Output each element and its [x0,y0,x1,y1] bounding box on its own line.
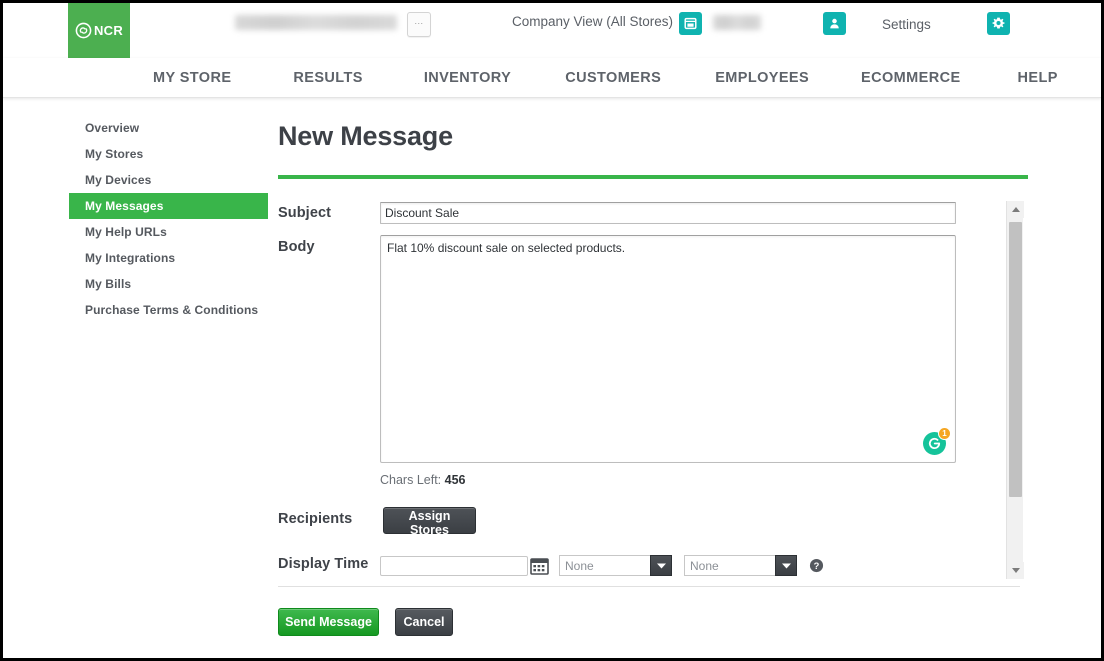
chars-left-label: Chars Left: [380,473,442,487]
ncr-mark-icon [75,22,92,39]
store-picker-button[interactable]: ... [407,12,431,37]
display-date-input[interactable] [380,556,528,576]
top-bar: NCR ... Company View (All Stores) Settin… [3,3,1101,58]
nav-item-my-store[interactable]: MY STORE [153,70,231,86]
chevron-down-icon [650,555,672,576]
content-scrollbar[interactable] [1006,201,1024,579]
scrollbar-thumb[interactable] [1009,222,1022,497]
store-icon [684,17,697,30]
ellipsis-icon: ... [414,16,424,26]
display-time-hour-value: None [559,555,650,576]
subject-label: Subject [278,205,332,221]
sidebar-item-overview[interactable]: Overview [69,115,269,141]
nav-item-inventory[interactable]: INVENTORY [424,70,511,86]
nav-item-results[interactable]: RESULTS [293,70,362,86]
display-time-label: Display Time [278,556,369,572]
calendar-glyph-icon [530,558,549,575]
triangle-down-icon [1011,568,1020,573]
person-icon [830,18,839,29]
settings-button[interactable] [987,12,1010,35]
store-name-redacted [235,15,397,30]
settings-label[interactable]: Settings [882,17,931,32]
send-message-button[interactable]: Send Message [278,608,379,636]
chars-left-value: 456 [444,473,466,487]
calendar-icon[interactable] [530,556,549,576]
body-field-wrapper: Flat 10% discount sale on selected produ… [380,235,956,463]
sidebar-item-my-integrations[interactable]: My Integrations [69,245,269,271]
sidebar-item-my-bills[interactable]: My Bills [69,271,269,297]
content-bottom-divider [278,586,1020,587]
triangle-up-icon [1011,207,1020,212]
body-label: Body [278,239,315,255]
scroll-down-button[interactable] [1007,562,1024,579]
body-textarea[interactable]: Flat 10% discount sale on selected produ… [380,235,956,463]
grammarly-indicator[interactable]: 1 [923,427,951,455]
app-window: NCR ... Company View (All Stores) Settin… [0,0,1104,661]
sidebar-item-my-messages[interactable]: My Messages [69,193,268,219]
display-time-hour-select[interactable]: None [559,555,672,576]
cancel-button[interactable]: Cancel [395,608,453,636]
scroll-up-button[interactable] [1007,201,1024,218]
page-title: New Message [278,121,453,151]
gear-icon [992,17,1005,29]
sidebar-item-my-stores[interactable]: My Stores [69,141,269,167]
sidebar: Overview My Stores My Devices My Message… [69,115,269,323]
user-name-redacted [713,15,761,30]
sidebar-item-purchase-terms[interactable]: Purchase Terms & Conditions [69,297,269,323]
display-time-minute-select[interactable]: None [684,555,797,576]
nav-item-employees[interactable]: EMPLOYEES [715,70,809,86]
question-mark-icon: ? [809,558,824,573]
chars-left-status: Chars Left: 456 [380,473,465,487]
ncr-wordmark: NCR [93,23,124,38]
nav-item-help[interactable]: HELP [1018,70,1058,86]
sidebar-item-my-devices[interactable]: My Devices [69,167,269,193]
svg-text:?: ? [814,561,820,571]
user-account-button[interactable] [823,12,846,35]
ncr-logo[interactable]: NCR [68,3,130,58]
grammarly-badge-count: 1 [938,427,951,440]
main-navigation: MY STORE RESULTS INVENTORY CUSTOMERS EMP… [3,58,1101,98]
company-view-label: Company View (All Stores) [512,14,674,29]
nav-item-customers[interactable]: CUSTOMERS [565,70,661,86]
title-underline [278,175,1028,179]
assign-stores-button[interactable]: Assign Stores [383,507,476,537]
store-view-button[interactable] [679,12,702,35]
recipients-label: Recipients [278,511,353,527]
help-icon[interactable]: ? [809,558,824,573]
subject-input[interactable] [380,202,956,224]
nav-item-ecommerce[interactable]: ECOMMERCE [861,70,960,86]
content-header: New Message [278,121,453,152]
sidebar-item-my-help-urls[interactable]: My Help URLs [69,219,269,245]
display-time-minute-value: None [684,555,775,576]
chevron-down-icon [775,555,797,576]
